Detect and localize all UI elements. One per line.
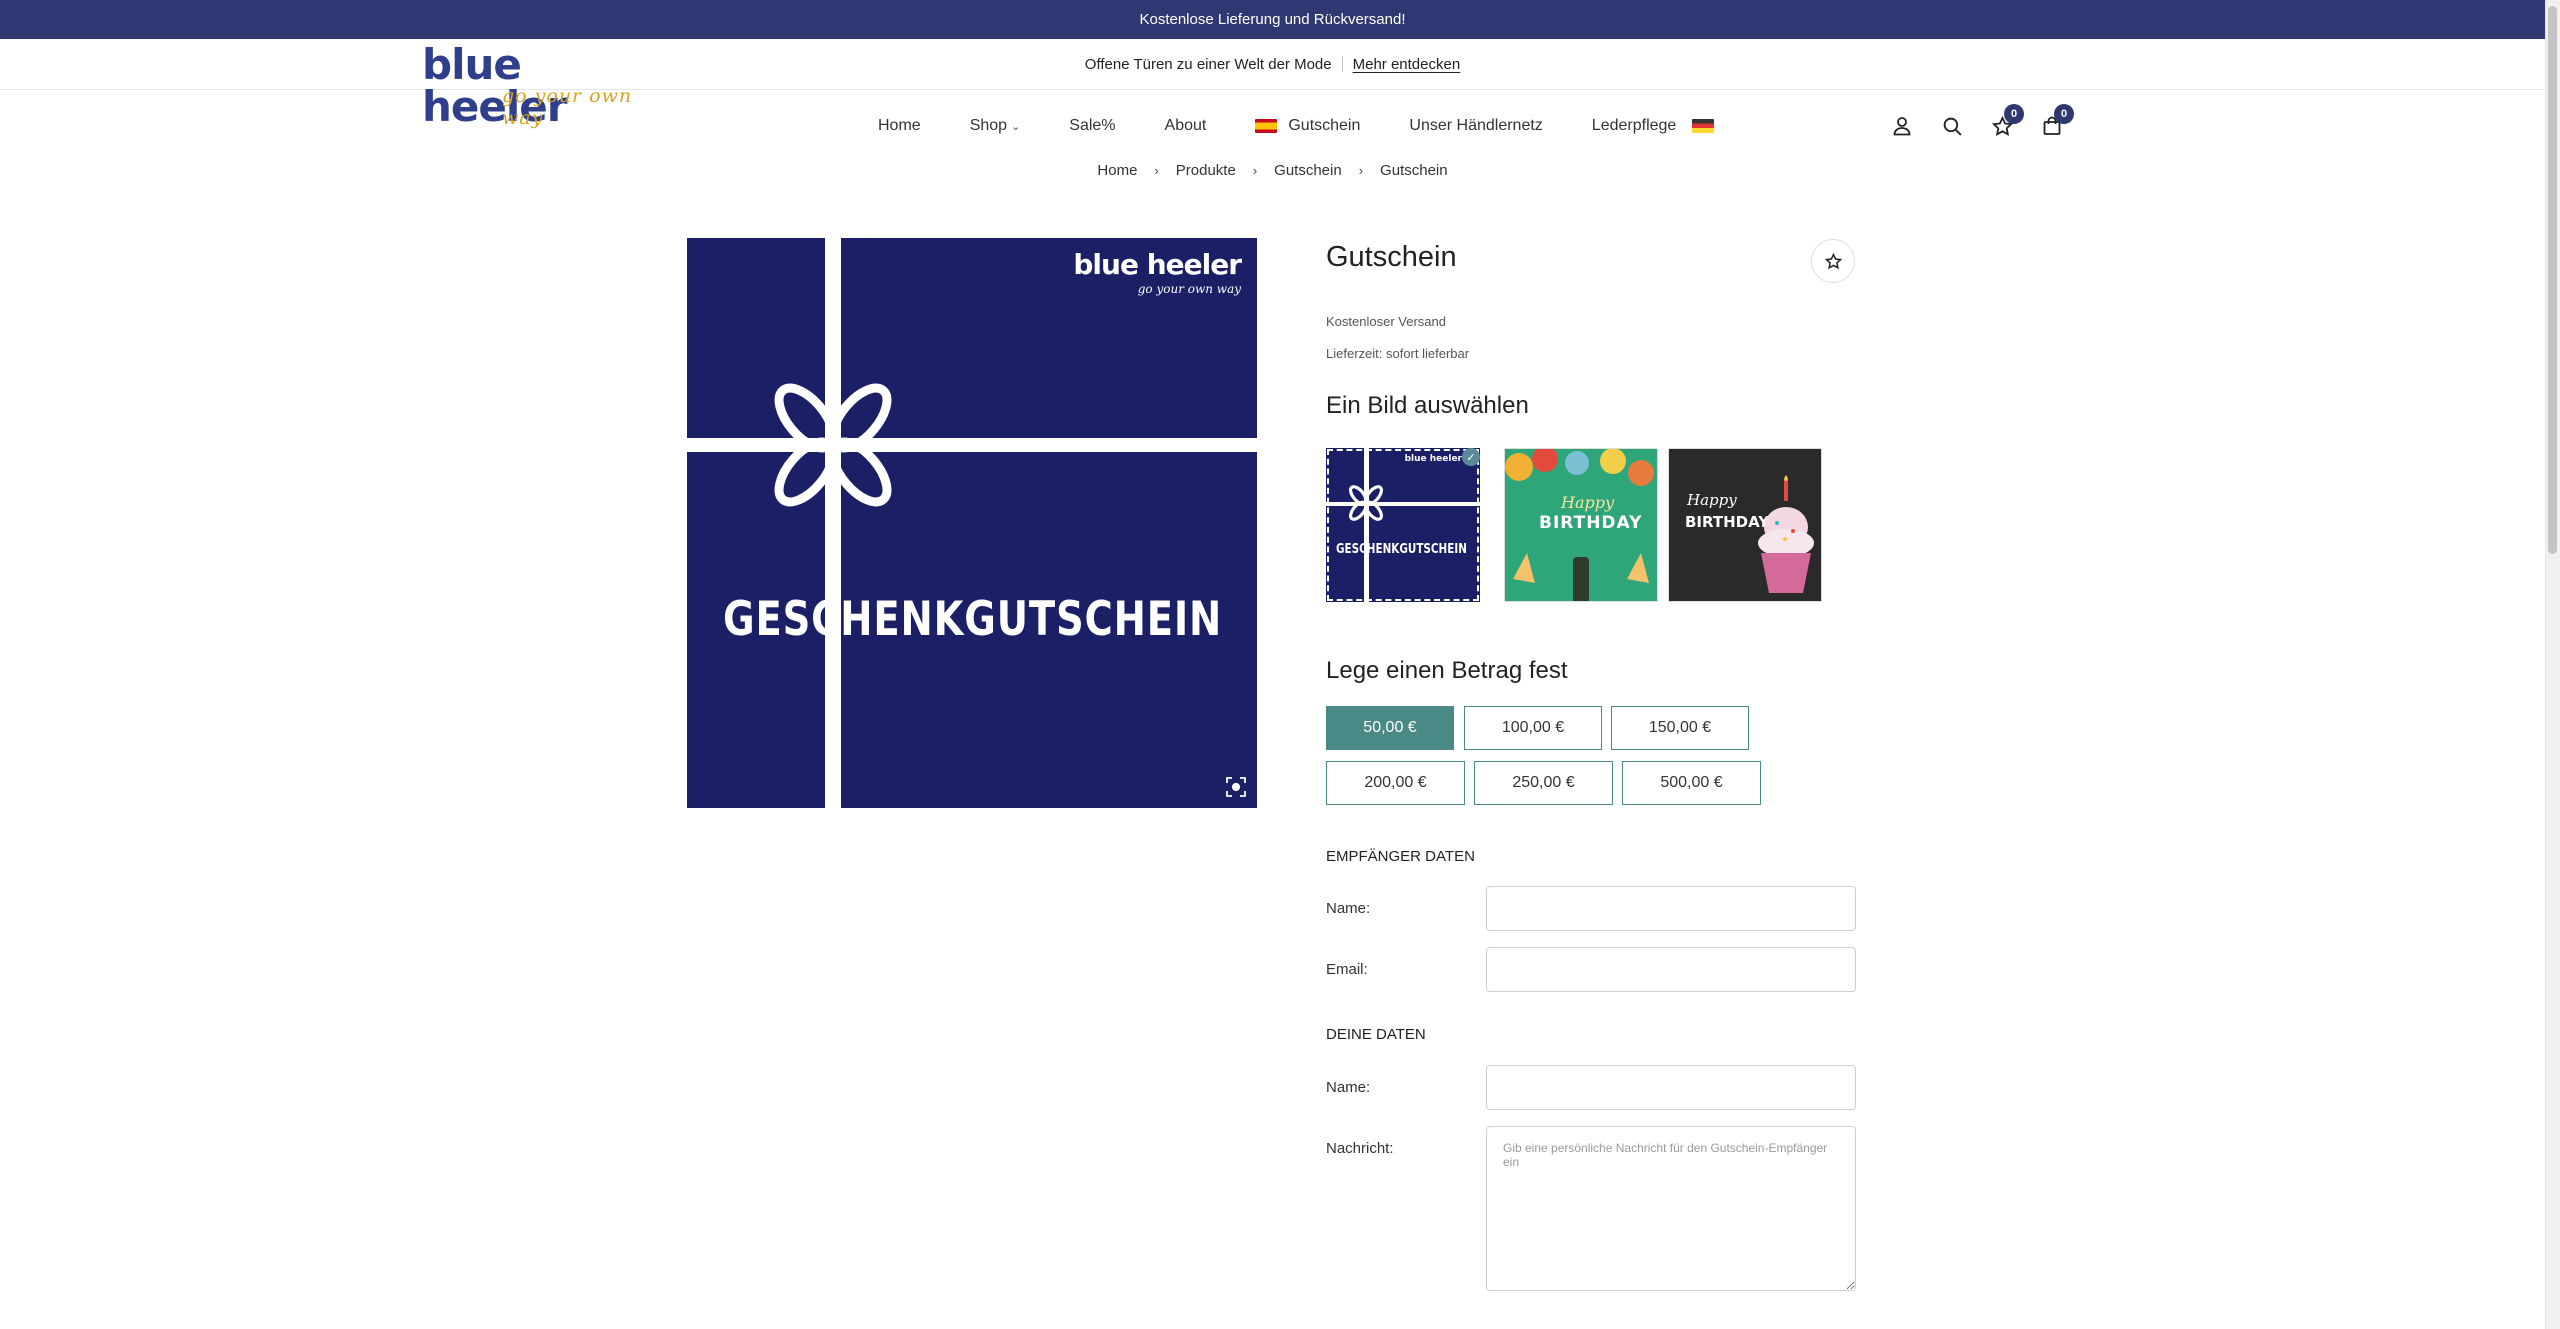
image-option-birthday-cupcake[interactable]: Happy BIRTHDAY [1668,448,1822,602]
thumb-line1: Happy [1561,493,1615,512]
chevron-right-icon: › [1358,163,1364,178]
image-brand-tagline: go your own way [1137,282,1241,296]
thumb-brand: blue heeler [1404,454,1462,464]
bow-icon [1349,485,1383,521]
germany-flag-icon[interactable] [1692,119,1715,133]
search-button[interactable] [1940,114,1964,138]
spain-flag-icon [1255,119,1278,133]
nav-item-dealer-network[interactable]: Unser Händlernetz [1409,117,1542,135]
breadcrumb: Home › Produkte › Gutschein › Gutschein [0,162,2545,179]
recipient-heading: EMPFÄNGER DATEN [1326,848,1475,865]
choose-image-heading: Ein Bild auswählen [1326,392,1529,419]
discover-more-link[interactable]: Mehr entdecken [1353,56,1461,73]
add-to-wishlist-button[interactable] [1811,239,1855,283]
nav-item-shop[interactable]: Shop ⌄ [970,117,1021,135]
promo-text: Offene Türen zu einer Welt der Mode [1084,55,1332,73]
delivery-time: Lieferzeit: sofort lieferbar [1326,346,1470,361]
cart-count-badge: 0 [2054,104,2074,124]
bow-icon [774,383,892,507]
image-brand-word: blue heeler [1073,248,1242,281]
nav-label: Gutschein [1288,117,1361,134]
amount-option-150[interactable]: 150,00 € [1611,706,1749,750]
ribbon-vertical [825,238,841,808]
scrollbar-thumb[interactable] [2548,6,2557,554]
sender-heading: DEINE DATEN [1326,1026,1426,1043]
amount-option-200[interactable]: 200,00 € [1326,761,1465,805]
message-label: Nachricht: [1326,1140,1394,1157]
nav-item-leather-care[interactable]: Lederpflege [1592,117,1677,135]
amount-option-500[interactable]: 500,00 € [1622,761,1761,805]
wishlist-count-badge: 0 [2004,104,2024,124]
recipient-email-label: Email: [1326,961,1368,978]
thumb-text: GESCHENKGUTSCHEIN [1336,542,1467,557]
breadcrumb-gutschein-category[interactable]: Gutschein [1274,162,1342,179]
search-icon [1943,117,1962,136]
image-brand-logo: blue heeler go your own way [1073,248,1242,298]
amount-heading: Lege einen Betrag fest [1326,657,1568,684]
image-option-birthday-balloons[interactable]: Happy BIRTHDAY [1504,448,1658,602]
cupcake-icon [1758,475,1814,593]
nav-label: Home [878,117,921,134]
thumb-line1: Happy [1687,491,1737,509]
breadcrumb-products[interactable]: Produkte [1176,162,1236,179]
chevron-right-icon: › [1252,163,1258,178]
ribbon-vertical [1364,448,1369,602]
product-title: Gutschein [1326,241,1457,273]
star-icon [1824,252,1842,269]
header-icons: 0 0 [1890,104,2090,142]
recipient-name-label: Name: [1326,900,1371,917]
nav-label: Sale% [1069,117,1116,134]
nav-label: Shop [969,117,1008,134]
wishlist-button[interactable]: 0 [1990,104,2024,138]
promo-bar: Offene Türen zu einer Welt der Mode Mehr… [0,39,2545,90]
nav-item-home[interactable]: Home [878,117,921,135]
main-navigation: Home Shop ⌄ Sale% About Gutschein Unser H… [878,110,1715,142]
amount-option-50[interactable]: 50,00 € [1326,706,1454,750]
nav-label: About [1164,117,1207,134]
chevron-down-icon: ⌄ [1011,120,1021,133]
nav-label: Lederpflege [1591,117,1677,134]
zoom-icon[interactable] [1225,776,1247,798]
account-button[interactable] [1890,114,1914,138]
amount-option-100[interactable]: 100,00 € [1464,706,1602,750]
user-icon [1893,117,1911,136]
logo-tagline: go your own way [502,85,633,129]
nav-item-gutschein[interactable]: Gutschein [1255,117,1360,135]
product-image[interactable]: blue heeler go your own way GESCHENKGUTS… [687,238,1257,808]
image-option-gift-card[interactable]: blue heeler GESCHENKGUTSCHEIN ✓ [1326,448,1480,602]
sender-name-input[interactable] [1486,1065,1856,1110]
sender-name-label: Name: [1326,1079,1371,1096]
nav-item-sale[interactable]: Sale% [1069,117,1115,135]
breadcrumb-current: Gutschein [1380,162,1448,179]
selected-check-icon: ✓ [1462,448,1480,466]
breadcrumb-home[interactable]: Home [1097,162,1137,179]
gift-card-text: GESCHENKGUTSCHEIN [723,592,1223,647]
nav-label: Unser Händlernetz [1409,117,1543,134]
recipient-name-input[interactable] [1486,886,1856,931]
site-logo[interactable]: blue heeler go your own way [422,44,672,130]
recipient-email-input[interactable] [1486,947,1856,992]
thumb-line2: BIRTHDAY [1539,513,1643,533]
chevron-right-icon: › [1154,163,1159,178]
message-textarea[interactable] [1486,1126,1856,1291]
amount-option-250[interactable]: 250,00 € [1474,761,1613,805]
free-shipping-banner: Kostenlose Lieferung und Rückversand! [0,0,2545,39]
free-shipping-text: Kostenlose Lieferung und Rückversand! [1139,11,1406,28]
shipping-info: Kostenloser Versand [1326,314,1446,329]
promo-divider [1341,56,1343,72]
cart-button[interactable]: 0 [2040,104,2074,138]
nav-item-about[interactable]: About [1165,117,1207,135]
